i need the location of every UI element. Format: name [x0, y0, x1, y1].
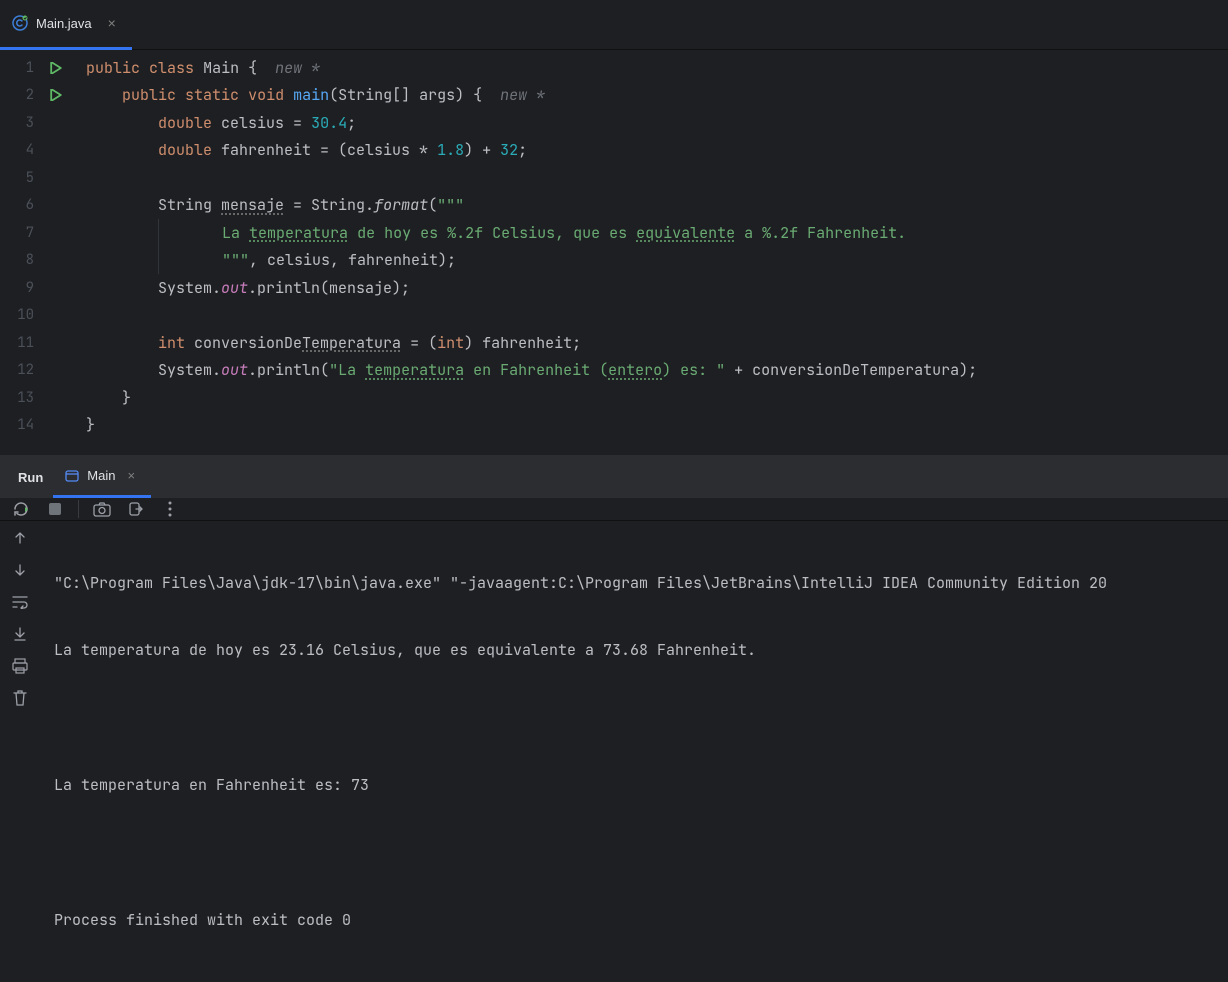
camera-icon[interactable]	[91, 498, 113, 520]
print-icon[interactable]	[9, 655, 31, 677]
line-num: 8	[0, 251, 44, 269]
console-line: Process finished with exit code 0	[54, 907, 1214, 935]
line-num: 11	[0, 334, 44, 352]
run-config-tab[interactable]: Main ×	[53, 456, 151, 498]
exit-icon[interactable]	[125, 498, 147, 520]
line-num: 12	[0, 361, 44, 379]
run-gutter-icon[interactable]	[44, 89, 68, 101]
line-num: 9	[0, 279, 44, 297]
run-tabbar: Run Main ×	[0, 456, 1228, 498]
line-num: 2	[0, 86, 44, 104]
rerun-icon[interactable]	[10, 498, 32, 520]
console-line: La temperatura en Fahrenheit es: 73	[54, 772, 1214, 800]
editor-tabbar: Main.java ×	[0, 0, 1228, 50]
line-num: 5	[0, 169, 44, 187]
line-num: 13	[0, 389, 44, 407]
line-num: 1	[0, 59, 44, 77]
scroll-to-end-icon[interactable]	[9, 623, 31, 645]
editor-area: 1 2 3 4 5 6 7 8 9 10 11 12 13 14 public …	[0, 50, 1228, 455]
down-arrow-icon[interactable]	[9, 559, 31, 581]
stop-icon[interactable]	[44, 498, 66, 520]
line-num: 4	[0, 141, 44, 159]
trash-icon[interactable]	[9, 687, 31, 709]
close-icon[interactable]: ×	[123, 468, 139, 483]
line-num: 14	[0, 416, 44, 434]
gutter: 1 2 3 4 5 6 7 8 9 10 11 12 13 14	[0, 50, 68, 455]
more-icon[interactable]	[159, 498, 181, 520]
run-gutter-icon[interactable]	[44, 62, 68, 74]
run-tool-label[interactable]: Run	[8, 470, 53, 485]
application-icon	[65, 469, 79, 483]
console-line	[54, 839, 1214, 867]
line-num: 3	[0, 114, 44, 132]
up-arrow-icon[interactable]	[9, 527, 31, 549]
console-line	[54, 704, 1214, 732]
editor-tab-label: Main.java	[36, 16, 92, 31]
close-icon[interactable]: ×	[104, 15, 120, 31]
console-output[interactable]: "C:\Program Files\Java\jdk-17\bin\java.e…	[40, 521, 1228, 982]
editor-tab-main[interactable]: Main.java ×	[0, 0, 132, 50]
run-panel: Run Main ×	[0, 455, 1228, 745]
console-line: La temperatura de hoy es 23.16 Celsius, …	[54, 637, 1214, 665]
run-body: "C:\Program Files\Java\jdk-17\bin\java.e…	[0, 521, 1228, 982]
line-num: 7	[0, 224, 44, 242]
code-editor[interactable]: public class Main { new * public static …	[68, 50, 1228, 455]
console-line: "C:\Program Files\Java\jdk-17\bin\java.e…	[54, 569, 1214, 597]
run-config-label: Main	[87, 468, 115, 483]
run-side-toolbar	[0, 521, 40, 982]
line-num: 6	[0, 196, 44, 214]
soft-wrap-icon[interactable]	[9, 591, 31, 613]
java-class-icon	[12, 15, 28, 31]
run-toolbar	[0, 498, 1228, 521]
line-num: 10	[0, 306, 44, 324]
